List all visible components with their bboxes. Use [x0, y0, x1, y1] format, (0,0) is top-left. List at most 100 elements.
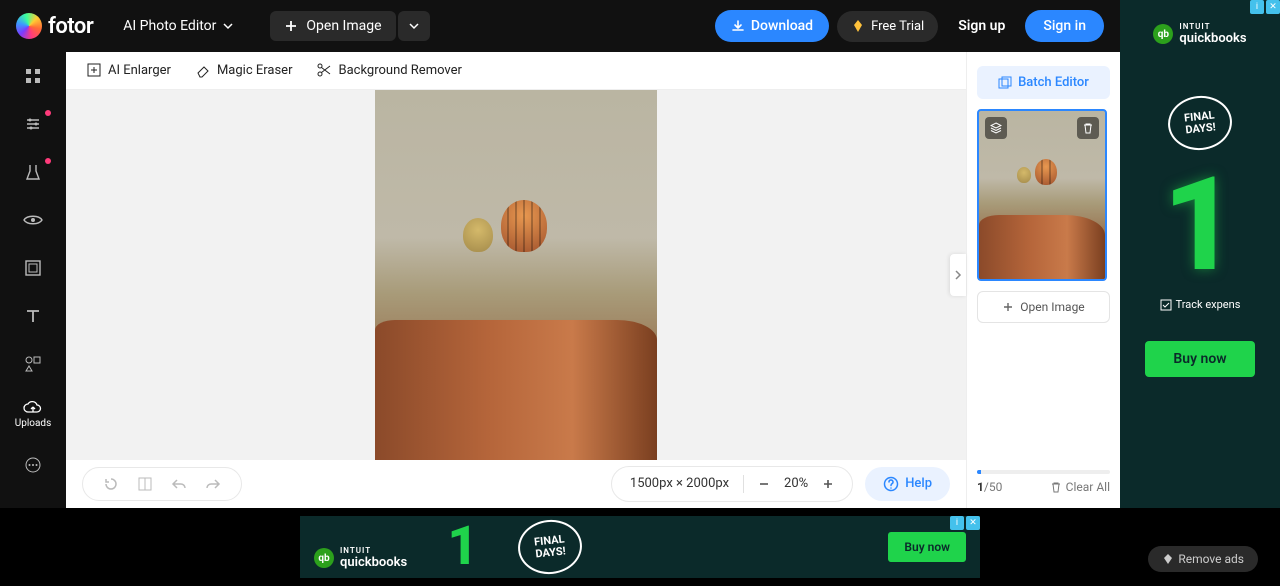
reset-button[interactable] [103, 476, 119, 492]
scissors-icon [316, 62, 332, 78]
ad-number-graphic: 1 [1163, 160, 1238, 290]
redo-icon [205, 476, 221, 492]
ad-brand-name: quickbooks [1179, 31, 1246, 46]
ad-tagline: Track expens [1160, 298, 1241, 311]
canvas-image[interactable] [375, 90, 657, 460]
final-days-badge: FINAL DAYS! [516, 517, 585, 577]
sign-up-button[interactable]: Sign up [946, 10, 1017, 42]
chevron-down-icon [408, 20, 420, 32]
delete-thumb-button[interactable] [1077, 117, 1099, 139]
ai-enlarger-label: AI Enlarger [108, 63, 171, 78]
ad-info-icon[interactable]: i [1250, 0, 1264, 14]
ad-badge[interactable]: i✕ [950, 516, 980, 530]
undo-button[interactable] [171, 476, 187, 492]
car-shape [979, 215, 1105, 279]
download-button[interactable]: Download [715, 10, 829, 42]
layers-button[interactable] [985, 117, 1007, 139]
trash-icon [1050, 481, 1062, 493]
magic-eraser-button[interactable]: Magic Eraser [195, 62, 293, 78]
mode-dropdown[interactable]: AI Photo Editor [113, 12, 244, 40]
zoom-level[interactable]: 20% [784, 476, 808, 491]
reset-icon [103, 476, 119, 492]
bottom-ad-area: i✕ qb INTUITquickbooks 1 FINAL DAYS! Buy… [0, 508, 1280, 586]
banner-ad[interactable]: i✕ qb INTUITquickbooks 1 FINAL DAYS! Buy… [300, 516, 980, 578]
rail-elements-icon[interactable] [21, 352, 45, 376]
dimensions-label: 1500px × 2000px [630, 476, 729, 491]
rail-eye-icon[interactable] [21, 208, 45, 232]
bg-remover-button[interactable]: Background Remover [316, 62, 461, 78]
usage-bar [977, 470, 1110, 474]
car-shape [375, 320, 657, 460]
rail-more-icon[interactable] [21, 453, 45, 477]
help-icon [883, 476, 899, 492]
ad-buy-now-button[interactable]: Buy now [1145, 341, 1254, 377]
bg-remover-label: Background Remover [338, 63, 461, 78]
logo-mark-icon [16, 13, 42, 39]
diamond-icon [1162, 553, 1174, 565]
trash-icon [1082, 122, 1094, 134]
ad-close-icon[interactable]: ✕ [1266, 0, 1280, 14]
brand-logo[interactable]: fotor [16, 13, 93, 39]
zoom-out-button[interactable] [758, 478, 770, 490]
canvas-area[interactable] [66, 90, 966, 460]
batch-editor-button[interactable]: Batch Editor [977, 66, 1110, 99]
remove-ads-button[interactable]: Remove ads [1148, 546, 1258, 572]
usage-count: 1/50 [977, 480, 1002, 494]
rail-frame-icon[interactable] [21, 256, 45, 280]
sidebar-ad[interactable]: i✕ qb INTUITquickbooks FINAL DAYS! 1 Tra… [1120, 0, 1280, 518]
rail-apps-icon[interactable] [21, 64, 45, 88]
check-icon [1160, 299, 1172, 311]
balloon-icon [501, 200, 547, 252]
ad-brand-prefix: INTUIT [340, 546, 407, 555]
remove-ads-label: Remove ads [1178, 552, 1244, 566]
enlarge-icon [86, 62, 102, 78]
clear-all-label: Clear All [1066, 480, 1110, 494]
ai-enlarger-button[interactable]: AI Enlarger [86, 62, 171, 78]
ad-brand-name: quickbooks [340, 555, 407, 570]
sign-in-button[interactable]: Sign in [1025, 10, 1104, 42]
redo-button[interactable] [205, 476, 221, 492]
free-trial-button[interactable]: Free Trial [837, 11, 938, 42]
left-rail: Uploads [0, 52, 66, 508]
ad-close-icon[interactable]: ✕ [966, 516, 980, 530]
open-image-button[interactable]: Open Image [270, 11, 395, 41]
uploads-label: Uploads [15, 418, 51, 429]
plus-icon [1002, 301, 1014, 313]
divider [743, 475, 744, 493]
rail-adjust-icon[interactable] [21, 112, 45, 136]
layers-icon [990, 122, 1002, 134]
context-toolbar: AI Enlarger Magic Eraser Background Remo… [66, 52, 966, 90]
open-image-dropdown[interactable] [398, 11, 430, 41]
notification-dot-icon [45, 158, 51, 164]
final-days-badge: FINAL DAYS! [1165, 93, 1234, 153]
rail-uploads[interactable]: Uploads [15, 400, 51, 429]
clear-all-button[interactable]: Clear All [1050, 480, 1110, 494]
rail-text-icon[interactable] [21, 304, 45, 328]
compare-button[interactable] [137, 476, 153, 492]
ad-number-graphic: 1 [447, 520, 478, 574]
notification-dot-icon [45, 110, 51, 116]
qb-logo-icon: qb [314, 548, 334, 568]
download-label: Download [751, 18, 813, 34]
ad-info-icon[interactable]: i [950, 516, 964, 530]
brand-text: fotor [48, 14, 93, 39]
free-trial-label: Free Trial [871, 19, 924, 34]
zoom-in-button[interactable] [822, 478, 834, 490]
balloon-icon [1035, 159, 1057, 185]
plus-icon [822, 478, 834, 490]
image-thumbnail[interactable] [977, 109, 1107, 281]
compare-icon [137, 476, 153, 492]
sign-up-label: Sign up [958, 18, 1005, 34]
zoom-controls: 1500px × 2000px 20% [611, 466, 853, 502]
help-button[interactable]: Help [865, 467, 950, 501]
ad-buy-now-button[interactable]: Buy now [888, 532, 966, 562]
collapse-right-toggle[interactable] [950, 254, 966, 296]
chevron-right-icon [954, 269, 962, 281]
ad-brand: qb INTUITquickbooks [1153, 22, 1246, 46]
ad-badge[interactable]: i✕ [1250, 0, 1280, 14]
balloon-icon [1017, 167, 1031, 183]
rail-beauty-icon[interactable] [21, 160, 45, 184]
qb-logo-icon: qb [1153, 24, 1173, 44]
diamond-icon [851, 19, 865, 33]
open-image-small-button[interactable]: Open Image [977, 291, 1110, 323]
